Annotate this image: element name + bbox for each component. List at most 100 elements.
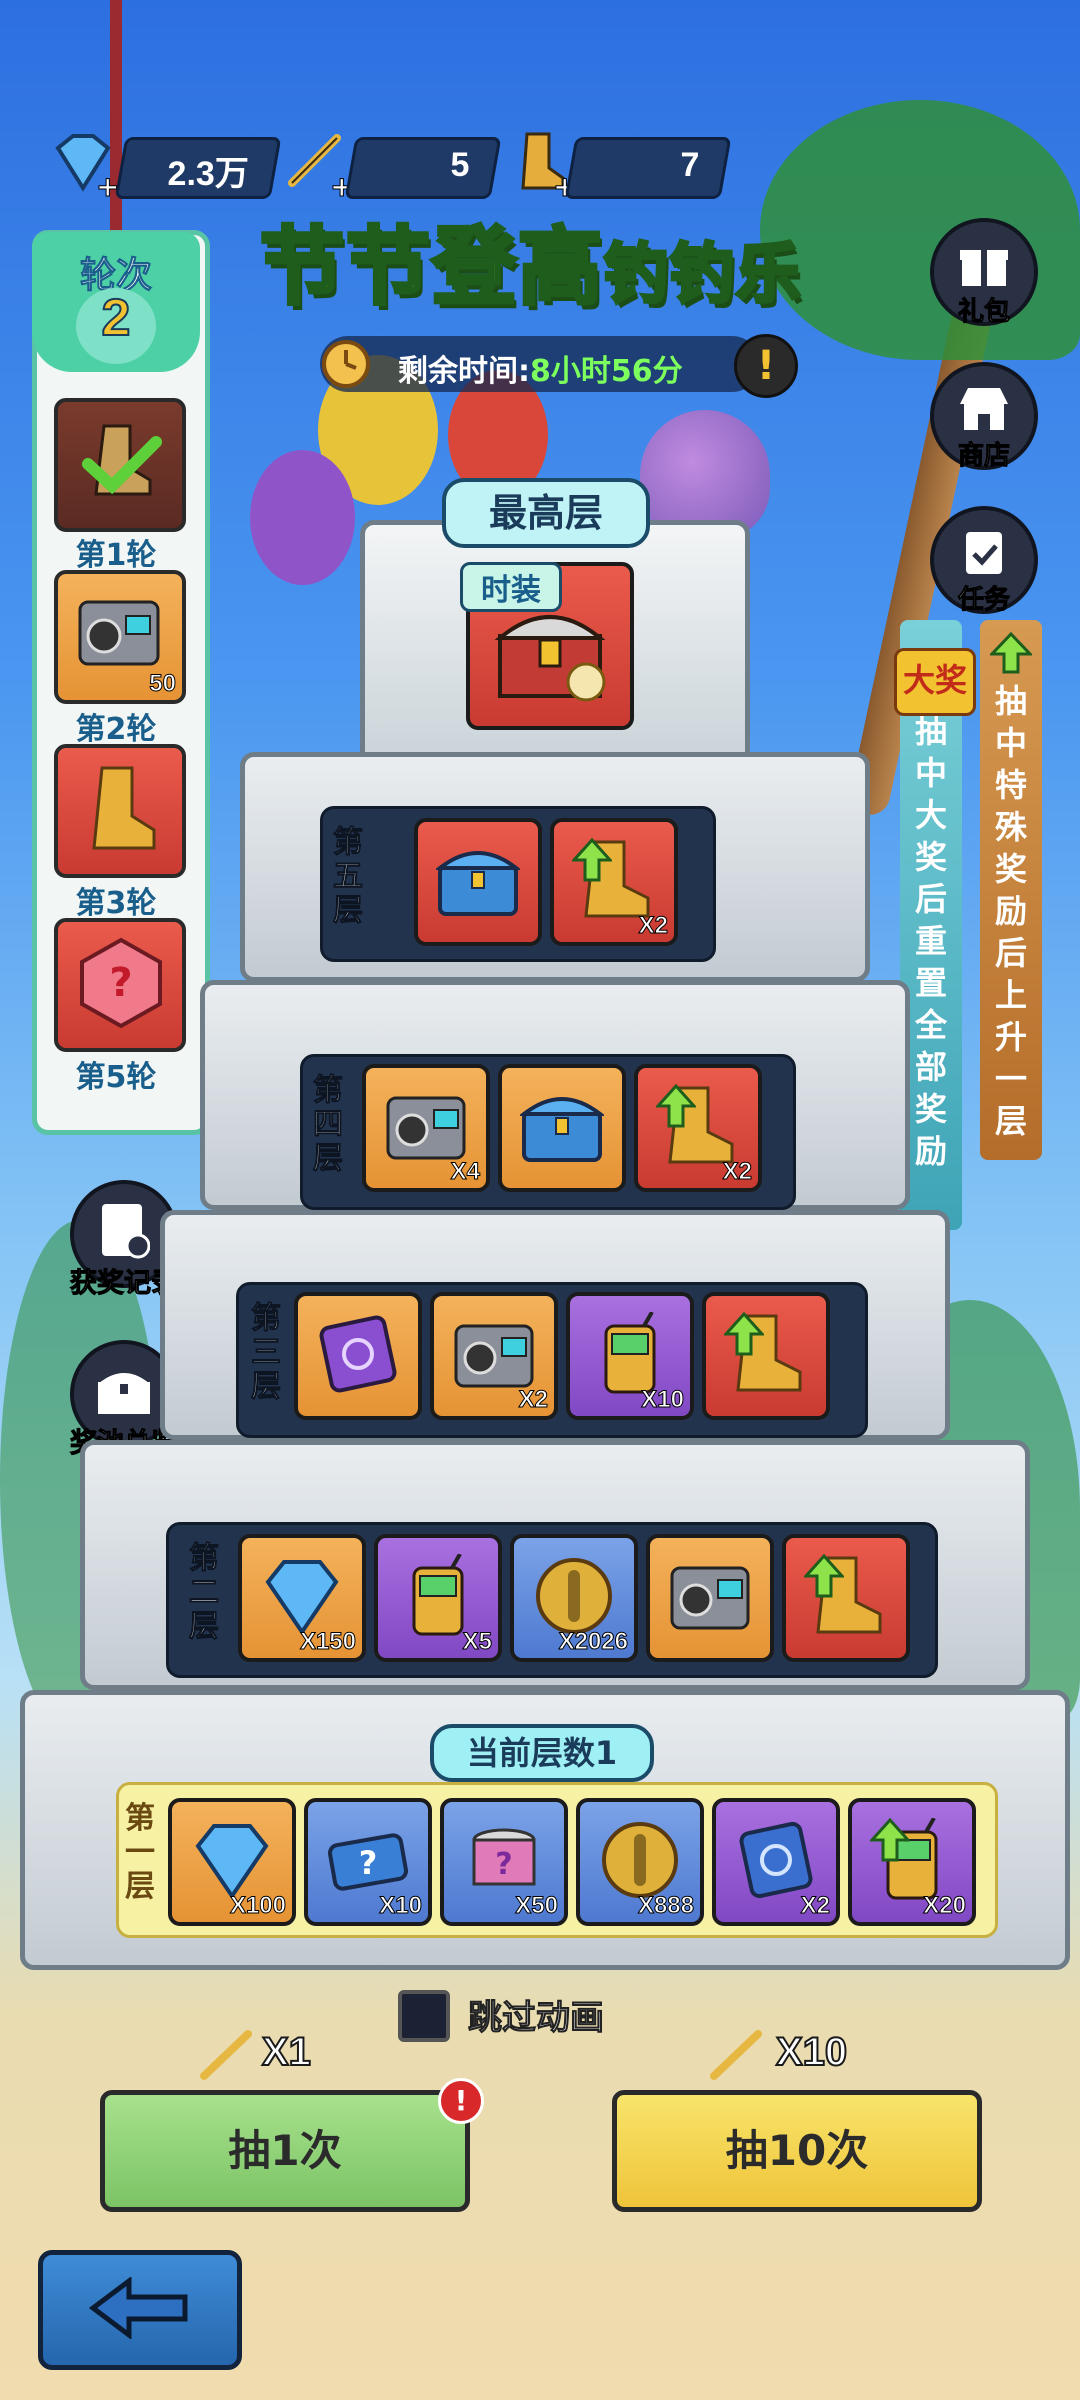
svg-text:+: + [96,170,118,198]
special-prize-text: 抽中特殊奖励后上升一层 [994,682,1027,1140]
event-title: 节节登高钓钓乐 [258,200,803,321]
round-5-reward[interactable]: ? [54,918,186,1052]
floor-2-item-3-count: X2026 [558,1628,628,1656]
floor-2-item-1[interactable]: X150 [238,1534,366,1662]
timer-value: 8小时56分 [530,354,683,389]
floor-1-item-1[interactable]: X100 [168,1798,296,1926]
diamond-value: 2.3万 [167,155,249,193]
mystery-ticket-icon: ? [327,1833,409,1891]
floor-5-item-2-count: X2 [638,912,668,940]
round-2-label: 第2轮 [75,712,157,747]
blue-card-icon [739,1821,813,1899]
floor-5-item-2[interactable]: X2 [550,818,678,946]
bullet-coin-icon [602,1822,678,1898]
draw-ten-button[interactable]: 抽10次 [612,2090,982,2212]
round-3-label: 第3轮 [75,886,157,921]
info-button[interactable]: ! [734,334,798,398]
task-icon [966,532,1002,574]
floor-2-item-5[interactable] [782,1534,910,1662]
alarm-clock-icon [322,340,370,388]
grand-prize-tag: 大奖 [894,648,976,716]
floor-1-item-5[interactable]: X2 [712,1798,840,1926]
floor-3-item-3[interactable]: X10 [566,1292,694,1420]
round-2-count: 50 [149,670,177,698]
fishing-rod-icon[interactable]: + [282,128,352,198]
boot-value: 7 [680,146,700,184]
floor-2-item-4[interactable] [646,1534,774,1662]
floor-1-item-4-count: X888 [637,1892,694,1920]
floor-2-item-3[interactable]: X2026 [510,1534,638,1662]
blue-chest-icon [436,851,520,916]
floor-2-item-2[interactable]: X5 [374,1534,502,1662]
chest-icon [98,1373,150,1414]
round-1-reward[interactable] [54,398,186,532]
rounds-header: 轮次 2 [32,232,200,372]
boot-counter: 7 [564,137,732,199]
grand-prize-text: 抽中大奖后重置全部奖励 [914,712,947,1170]
task-button[interactable]: 任务 [930,506,1038,616]
timer-label: 剩余时间: [398,354,530,389]
fashion-tag: 时装 [460,562,562,612]
gift-button[interactable]: 礼包 [930,218,1038,328]
floor-1-item-6[interactable]: X20 [848,1798,976,1926]
rod-value: 5 [450,146,470,184]
svg-text:?: ? [359,1844,378,1882]
timer-bar: 剩余时间:8小时56分 [320,336,760,392]
special-prize-banner: 抽中特殊奖励后上升一层 [980,620,1042,1160]
mystery-gem-icon: ? [80,937,162,1029]
floor-1-item-3[interactable]: ? X50 [440,1798,568,1926]
floor-2-item-1-count: X150 [299,1628,356,1656]
top-floor-tag: 最高层 [442,478,650,548]
round-2-reward[interactable]: 50 [54,570,186,704]
boot-icon[interactable]: + [505,128,575,198]
title-main: 节节登高 [258,216,605,318]
floor-4-item-1[interactable]: X4 [362,1064,490,1192]
shop-icon [960,388,1008,430]
floor-3-item-1[interactable] [294,1292,422,1420]
device-icon [454,1324,534,1388]
floor-1-item-4[interactable]: X888 [576,1798,704,1926]
diamond-counter: 2.3万 [114,137,282,199]
shop-button[interactable]: 商店 [930,362,1038,472]
floor-4-item-2[interactable] [498,1064,626,1192]
floor-1-item-2[interactable]: ? X10 [304,1798,432,1926]
boot-icon [92,766,156,850]
device-icon [670,1566,750,1630]
floor-1-item-3-count: X50 [515,1892,559,1920]
fishing-rod-icon [200,2030,252,2080]
floor-3-item-2-count: X2 [518,1386,548,1414]
back-arrow-icon [89,2277,188,2339]
title-sub: 钓钓乐 [602,236,803,314]
diamond-icon [195,1824,269,1900]
up-arrow-icon [804,1554,844,1598]
fishing-rod-icon [710,2030,762,2080]
gift-icon [960,250,1008,286]
floor-5-label: 第五层 [333,825,364,928]
floor-2-label: 第二层 [189,1541,220,1644]
floor-4-label: 第四层 [313,1073,344,1176]
task-label: 任务 [957,585,1010,616]
fashion-chest-icon [494,615,606,702]
diamond-icon[interactable]: + [48,128,118,198]
draw-one-alert-badge: ! [438,2078,484,2124]
floor-3-label: 第三层 [251,1301,282,1404]
round-3-reward[interactable] [54,744,186,878]
up-arrow-icon [656,1084,696,1128]
floor-4-item-3[interactable]: X2 [634,1064,762,1192]
skip-animation-checkbox[interactable] [398,1990,450,2042]
back-button[interactable] [38,2250,242,2370]
svg-text:?: ? [109,960,132,1006]
draw-ten-label: 抽10次 [725,2126,869,2175]
mystery-can-icon: ? [472,1828,536,1886]
draw-ten-cost: X10 [775,2029,848,2075]
balloon-purple [250,450,355,585]
floor-3-item-2[interactable]: X2 [430,1292,558,1420]
floor-1-item-2-count: X10 [379,1892,423,1920]
floor-3-item-3-count: X10 [641,1386,685,1414]
shop-label: 商店 [957,441,1010,472]
draw-one-button[interactable]: 抽1次 [100,2090,470,2212]
floor-3-item-4[interactable] [702,1292,830,1420]
skip-animation-label: 跳过动画 [468,1998,605,2039]
round-1-label: 第1轮 [75,538,157,573]
floor-5-item-1[interactable] [414,818,542,946]
